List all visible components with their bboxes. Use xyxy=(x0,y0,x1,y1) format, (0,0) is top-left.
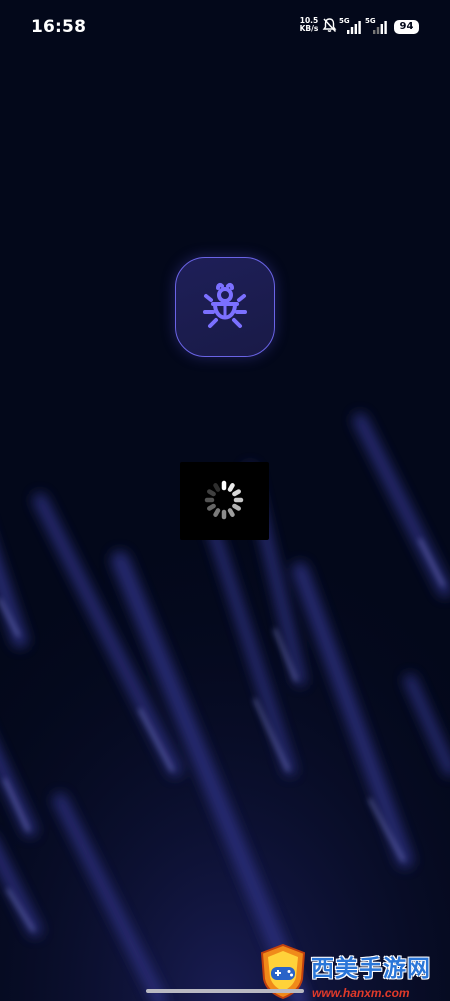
signal-icon xyxy=(373,21,387,34)
bug-icon xyxy=(203,282,247,328)
status-time: 16:58 xyxy=(31,17,87,37)
watermark-title: 西美手游网 xyxy=(311,956,431,982)
watermark-url: www.hanxm.com xyxy=(312,986,410,1000)
status-bar: 16:58 10.5 KB/s 5G 5G 94 xyxy=(0,0,450,56)
network-speed: 10.5 KB/s xyxy=(298,17,320,33)
spinner-icon xyxy=(204,480,244,520)
app-icon[interactable] xyxy=(175,257,275,357)
loading-indicator xyxy=(180,462,269,540)
mute-bell-icon xyxy=(322,18,337,33)
battery-icon: 94 xyxy=(394,20,419,34)
signal-sim1: 5G xyxy=(339,17,361,34)
signal-sim2: 5G xyxy=(365,17,387,34)
network-speed-unit: KB/s xyxy=(299,24,319,33)
home-indicator[interactable] xyxy=(146,989,304,993)
signal-icon xyxy=(347,21,361,34)
